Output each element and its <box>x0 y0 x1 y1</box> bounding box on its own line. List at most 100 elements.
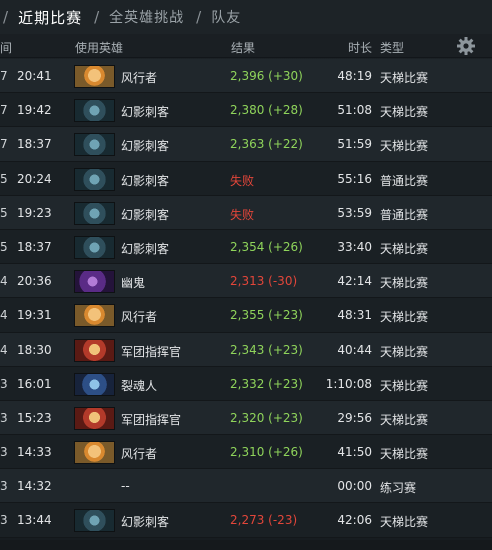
match-row[interactable]: 5 19:23 幻影刺客 失败 53:59 普通比赛 <box>0 195 492 230</box>
match-duration: 1:10:08 <box>325 376 372 391</box>
match-type: 天梯比赛 <box>380 241 429 256</box>
match-row[interactable]: 3 15:23 军团指挥官 2,320 (+23) 29:56 天梯比赛 <box>0 400 492 436</box>
match-row[interactable]: 3 14:32 -- 00:00 练习赛 <box>0 469 492 504</box>
match-result: 2,396 (+30) <box>230 69 303 83</box>
phantom-assassin-portrait-icon[interactable] <box>74 235 115 259</box>
match-time: 19:31 <box>17 308 52 323</box>
column-header-duration[interactable]: 时长 <box>348 39 372 56</box>
tab-recent-matches[interactable]: 近期比赛 <box>18 7 82 28</box>
column-header-time[interactable]: 间 <box>0 39 12 56</box>
match-date: 3 <box>0 376 8 391</box>
legion-commander-portrait-icon[interactable] <box>74 406 115 430</box>
match-type: 练习赛 <box>380 481 417 496</box>
hero-name: 军团指挥官 <box>121 412 182 427</box>
hero-name: 军团指挥官 <box>121 344 182 359</box>
match-result: 2,313 (-30) <box>230 274 298 289</box>
match-duration: 40:44 <box>337 342 372 357</box>
match-type: 天梯比赛 <box>380 412 429 427</box>
legion-commander-portrait-icon[interactable] <box>74 338 115 362</box>
match-time: 14:33 <box>17 445 52 460</box>
phantom-assassin-portrait-icon[interactable] <box>74 509 115 533</box>
match-date: 5 <box>0 205 8 220</box>
match-row[interactable]: 4 18:30 军团指挥官 2,343 (+23) 40:44 天梯比赛 <box>0 332 492 367</box>
match-row[interactable]: 5 20:24 幻影刺客 失败 55:16 普通比赛 <box>0 161 492 196</box>
column-header-result[interactable]: 结果 <box>231 39 255 56</box>
match-duration: 51:59 <box>337 137 372 152</box>
tab-all-hero-challenge[interactable]: 全英雄挑战 <box>109 7 184 27</box>
match-date: 4 <box>0 308 8 323</box>
match-type: 天梯比赛 <box>380 344 429 359</box>
hero-name: 幻影刺客 <box>121 105 170 120</box>
match-time: 20:41 <box>17 69 52 83</box>
match-row[interactable]: 4 19:31 风行者 2,355 (+23) 48:31 天梯比赛 <box>0 298 492 333</box>
phantom-assassin-portrait-icon[interactable] <box>74 201 115 225</box>
match-duration: 55:16 <box>337 171 372 186</box>
hero-name: 幻影刺客 <box>121 241 170 256</box>
match-duration: 29:56 <box>337 410 372 425</box>
match-result: 失败 <box>230 207 255 222</box>
match-type: 天梯比赛 <box>380 276 429 291</box>
match-row[interactable]: 5 18:37 幻影刺客 2,354 (+26) 33:40 天梯比赛 <box>0 229 492 265</box>
match-date: 3 <box>0 513 8 528</box>
phantom-assassin-portrait-icon[interactable] <box>74 133 115 157</box>
match-result: 2,363 (+22) <box>230 137 303 152</box>
match-result: 2,355 (+23) <box>230 308 303 323</box>
match-duration: 48:31 <box>337 308 372 323</box>
tab-teammates[interactable]: 队友 <box>211 7 241 27</box>
match-date: 5 <box>0 239 8 254</box>
match-type: 天梯比赛 <box>380 310 429 325</box>
match-duration: 51:08 <box>337 103 372 118</box>
match-time: 18:37 <box>17 137 52 152</box>
column-header-type[interactable]: 类型 <box>380 39 404 56</box>
match-duration: 33:40 <box>337 239 372 254</box>
match-type: 天梯比赛 <box>380 515 429 530</box>
phantom-assassin-portrait-icon[interactable] <box>74 167 115 191</box>
match-time: 15:23 <box>17 410 52 425</box>
match-date: 3 <box>0 410 8 425</box>
match-row[interactable]: 7 20:41 风行者 2,396 (+30) 48:19 天梯比赛 <box>0 59 492 94</box>
match-type: 天梯比赛 <box>380 139 429 154</box>
match-result: 2,332 (+23) <box>230 376 303 391</box>
spirit-breaker-portrait-icon[interactable] <box>74 372 115 396</box>
windranger-portrait-icon[interactable] <box>74 304 115 328</box>
match-time: 13:44 <box>17 513 52 528</box>
tab-bar: / 近期比赛 / 全英雄挑战 / 队友 <box>0 0 492 34</box>
hero-name: 幻影刺客 <box>121 515 170 530</box>
match-row[interactable]: 7 18:37 幻影刺客 2,363 (+22) 51:59 天梯比赛 <box>0 127 492 162</box>
match-row[interactable]: 3 13:44 幻影刺客 2,273 (-23) 42:06 天梯比赛 <box>0 503 492 538</box>
match-list: 7 20:41 风行者 2,396 (+30) 48:19 天梯比赛 7 19:42 幻影刺客 2… <box>0 59 492 538</box>
hero-name: 风行者 <box>121 310 158 325</box>
column-header-hero[interactable]: 使用英雄 <box>75 39 123 56</box>
match-time: 14:32 <box>17 479 52 494</box>
phantom-assassin-portrait-icon[interactable] <box>74 99 115 123</box>
match-time: 16:01 <box>17 376 52 391</box>
match-row[interactable]: 3 14:33 风行者 2,310 (+26) 41:50 天梯比赛 <box>0 435 492 470</box>
tab-separator: / <box>196 8 202 26</box>
match-date: 7 <box>0 69 8 83</box>
match-duration: 00:00 <box>337 479 372 494</box>
match-result: 2,320 (+23) <box>230 410 303 425</box>
match-result: 2,380 (+28) <box>230 103 303 118</box>
hero-name: 幻影刺客 <box>121 173 170 188</box>
match-duration: 42:06 <box>337 513 372 528</box>
tab-separator: / <box>94 8 100 26</box>
match-table-header: 间 使用英雄 结果 时长 类型 <box>0 34 492 58</box>
windranger-portrait-icon[interactable] <box>74 65 115 88</box>
match-date: 7 <box>0 137 8 152</box>
match-date: 3 <box>0 479 8 494</box>
hero-name: 裂魂人 <box>121 378 158 393</box>
match-row[interactable]: 4 20:36 幽鬼 2,313 (-30) 42:14 天梯比赛 <box>0 264 492 299</box>
match-duration: 41:50 <box>337 445 372 460</box>
tab-separator: / <box>3 8 9 26</box>
match-duration: 48:19 <box>337 69 372 83</box>
match-time: 20:36 <box>17 274 52 289</box>
hero-name: 幻影刺客 <box>121 207 170 222</box>
match-row[interactable]: 7 19:42 幻影刺客 2,380 (+28) 51:08 天梯比赛 <box>0 93 492 128</box>
match-result: 2,354 (+26) <box>230 239 303 254</box>
match-row[interactable]: 3 16:01 裂魂人 2,332 (+23) 1:10:08 天梯比赛 <box>0 366 492 401</box>
gear-icon[interactable] <box>456 36 476 56</box>
windranger-portrait-icon[interactable] <box>74 441 115 465</box>
match-duration: 42:14 <box>337 274 372 289</box>
hero-name: 风行者 <box>121 447 158 462</box>
spectre-portrait-icon[interactable] <box>74 270 115 294</box>
